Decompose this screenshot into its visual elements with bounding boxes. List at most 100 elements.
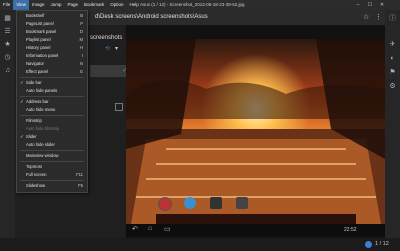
view-menu-item-label: Full screen — [26, 172, 47, 177]
view-menu-item[interactable]: Auto hide panels — [17, 87, 87, 95]
recent-apps-icon: ▭ — [164, 226, 171, 233]
view-menu-item[interactable]: Auto hide menu — [17, 106, 87, 114]
view-menu-dropdown: Bookshelf B PageList panel P Bookmark panel D… — [16, 10, 88, 193]
minimize-button[interactable]: – — [352, 0, 364, 10]
home-icon: ⌂ — [148, 225, 153, 232]
dropdown-icon[interactable]: ▾ — [115, 45, 118, 52]
view-menu-item[interactable]: Full screen F11 — [17, 171, 87, 179]
app-icon[interactable] — [236, 197, 248, 209]
view-menu-item-shortcut: I — [81, 53, 83, 58]
bookshelf-icon[interactable]: ▦ — [3, 14, 12, 23]
view-menu-item-label: Slider — [26, 134, 37, 139]
view-menu-item[interactable]: PageList panel P — [17, 20, 87, 28]
navigator-icon[interactable]: ✈ — [388, 40, 397, 49]
window-title: Asus (1 / 12) - Screenshot_2012-06-18-23… — [140, 2, 245, 7]
view-menu-item-label: Auto hide filmstrip — [26, 126, 60, 131]
view-menu-item[interactable]: Bookmark panel D — [17, 28, 87, 36]
close-button[interactable]: ✕ — [376, 0, 388, 10]
view-menu-item-label: Effect panel — [26, 69, 49, 74]
checkmark-icon: ✓ — [20, 99, 24, 104]
view-menu-item-label: Bookshelf — [26, 13, 45, 18]
view-menu-item[interactable]: Auto hide slider — [17, 141, 87, 149]
menu-separator — [20, 180, 84, 181]
view-menu-item[interactable]: Bookshelf B — [17, 12, 87, 20]
side-panel-title: screenshots — [90, 35, 123, 41]
view-menu-item-shortcut: D — [79, 29, 83, 34]
view-menu-item-label: Slideshow — [26, 183, 46, 188]
sunset-photo — [126, 39, 385, 224]
history-icon[interactable]: ◷ — [3, 53, 12, 62]
menu-separator — [20, 161, 84, 162]
view-menu-item[interactable]: ✓ Address bar — [17, 98, 87, 106]
view-menu-item[interactable]: Filmstrip — [17, 117, 87, 125]
view-menu-item[interactable]: ✓ Side bar — [17, 79, 87, 87]
view-menu-item-label: Side bar — [26, 80, 42, 85]
view-menu-item-label: Bookmark panel — [26, 29, 57, 34]
app-icon[interactable] — [210, 197, 222, 209]
playlist-icon[interactable]: ♫ — [3, 66, 12, 75]
view-menu-item[interactable]: History panel H — [17, 44, 87, 52]
view-menu-item-shortcut: F5 — [78, 183, 83, 188]
view-menu-item[interactable]: Slideshow F5 — [17, 182, 87, 190]
view-menu-item-shortcut: N — [79, 61, 83, 66]
menu-bookmark[interactable]: Bookmark — [81, 0, 107, 10]
effect-icon[interactable]: ◐ — [388, 54, 397, 63]
menu-separator — [20, 150, 84, 151]
android-nav-bar: ↶ ⌂ ▭ 22:52 — [126, 224, 385, 236]
checkmark-icon: ✓ — [20, 80, 24, 85]
menu-separator — [20, 115, 84, 116]
share-icon[interactable]: ⟲ — [105, 45, 110, 52]
app-icon[interactable] — [158, 197, 172, 211]
menu-file[interactable]: File — [0, 0, 13, 10]
view-menu-item-shortcut: B — [80, 13, 83, 18]
view-menu-item-label: PageList panel — [26, 21, 54, 26]
settings-icon[interactable]: ⚙ — [388, 82, 397, 91]
page-indicator-icon[interactable] — [365, 241, 372, 248]
list-item-checkbox[interactable] — [115, 103, 123, 111]
view-menu-item-label: Navigator — [26, 61, 44, 66]
view-menu-item[interactable]: Effect panel E — [17, 68, 87, 76]
view-menu-item: Auto hide filmstrip — [17, 125, 87, 133]
image-viewer[interactable]: ↶ ⌂ ▭ 22:52 — [126, 25, 385, 238]
menu-view[interactable]: View — [13, 0, 29, 10]
view-menu-item-label: Playlist panel — [26, 37, 51, 42]
maximize-button[interactable]: ☐ — [364, 0, 376, 10]
menu-image[interactable]: Image — [29, 0, 48, 10]
view-menu-item-shortcut: F11 — [76, 172, 83, 177]
app-icon[interactable] — [184, 197, 196, 209]
view-menu-item-shortcut: E — [80, 69, 83, 74]
menu-separator — [20, 77, 84, 78]
pagelist-icon[interactable]: ☰ — [3, 27, 12, 36]
bookmark-star-icon[interactable]: ☆ — [363, 13, 369, 21]
view-menu-item-shortcut: P — [80, 21, 83, 26]
view-menu-item[interactable]: Information panel I — [17, 52, 87, 60]
menu-page[interactable]: Page — [64, 0, 81, 10]
view-menu-item[interactable]: Topmost — [17, 163, 87, 171]
menu-jump[interactable]: Jump — [47, 0, 64, 10]
tag-icon[interactable]: ⚑ — [388, 68, 397, 77]
info-icon[interactable]: ⓘ — [388, 14, 397, 23]
checkmark-icon: ✓ — [20, 134, 24, 139]
view-menu-item-label: Address bar — [26, 99, 49, 104]
back-icon: ↶ — [132, 226, 138, 233]
view-menu-item-label: Auto hide slider — [26, 142, 55, 147]
menu-option[interactable]: Option — [107, 0, 126, 10]
menu-separator — [20, 96, 84, 97]
more-icon[interactable]: ⋮ — [375, 13, 382, 21]
view-menu-item-shortcut: H — [79, 45, 83, 50]
left-toolbar: ▦ ☰ ★ ◷ ♫ — [0, 10, 15, 238]
status-bar: 1 / 12 — [0, 238, 400, 251]
bookmark-icon[interactable]: ★ — [3, 40, 12, 49]
view-menu-item-label: Auto hide menu — [26, 107, 56, 112]
view-menu-item[interactable]: Mainview window — [17, 152, 87, 160]
view-menu-item[interactable]: ✓ Slider — [17, 133, 87, 141]
view-menu-item[interactable]: Navigator N — [17, 60, 87, 68]
view-menu-item-shortcut: M — [79, 37, 84, 42]
view-menu-item[interactable]: Playlist panel M — [17, 36, 87, 44]
page-counter: 1 / 12 — [375, 241, 389, 247]
address-path: d\Desk screens\Android screenshots\Asus — [95, 14, 208, 20]
clock-text: 22:52 — [344, 227, 357, 233]
right-toolbar: ⓘ ✈ ◐ ⚑ ⚙ — [385, 10, 400, 238]
view-menu-item-label: Filmstrip — [26, 118, 42, 123]
view-menu-item-label: Topmost — [26, 164, 42, 169]
